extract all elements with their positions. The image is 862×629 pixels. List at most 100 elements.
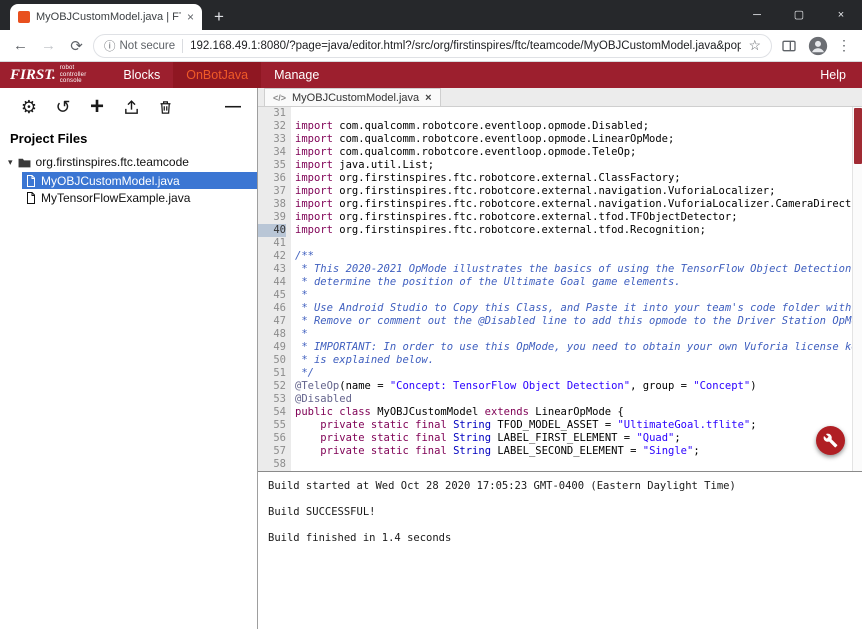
undo-icon: ↺ <box>55 98 70 116</box>
tree-file-row[interactable]: MyTensorFlowExample.java <box>22 189 257 206</box>
project-files-panel: ⚙ ↺ + — Project Files <box>0 88 258 629</box>
tab-close-icon[interactable]: × <box>187 11 194 23</box>
settings-button[interactable]: ⚙ <box>12 95 46 119</box>
nav-item-manage[interactable]: Manage <box>261 62 332 88</box>
gutter-line-number: 55 <box>258 419 286 432</box>
close-window-button[interactable]: × <box>820 0 862 30</box>
help-link[interactable]: Help <box>804 62 862 88</box>
chip-divider <box>182 39 183 53</box>
gutter-line-number: 53 <box>258 393 286 406</box>
url-text[interactable]: 192.168.49.1:8080/?page=java/editor.html… <box>190 40 741 52</box>
gear-icon: ⚙ <box>21 98 37 116</box>
build-output-line <box>268 519 852 532</box>
code-line: public class MyOBJCustomModel extends Li… <box>295 406 862 419</box>
gutter-line-number: 40 <box>258 224 286 237</box>
browser-tab-title: MyOBJCustomModel.java | FTC <box>36 11 181 23</box>
security-label: Not secure <box>120 40 176 52</box>
project-files-title: Project Files <box>0 121 257 153</box>
gutter-line-number: 52 <box>258 380 286 393</box>
file-name: MyOBJCustomModel.java <box>41 174 180 188</box>
folder-icon <box>18 157 31 168</box>
window-controls: ─ ▢ × <box>736 0 862 30</box>
collapse-panel-button[interactable]: — <box>221 98 245 116</box>
code-line: * Remove or comment out the @Disabled li… <box>295 315 862 328</box>
gutter-line-number: 56 <box>258 432 286 445</box>
tree-folder-row[interactable]: ▾ org.firstinspires.ftc.teamcode <box>0 153 257 172</box>
build-button[interactable] <box>816 426 845 455</box>
gutter-line-number: 36 <box>258 172 286 185</box>
code-line: * <box>295 328 862 341</box>
code-line: */ <box>295 367 862 380</box>
gutter-line-number: 45 <box>258 289 286 302</box>
new-tab-button[interactable]: + <box>214 8 224 25</box>
code-line: import com.qualcomm.robotcore.eventloop.… <box>295 133 862 146</box>
undo-button[interactable]: ↺ <box>46 95 80 119</box>
reload-icon[interactable]: ⟳ <box>65 37 88 55</box>
gutter-line-number: 41 <box>258 237 286 250</box>
security-chip[interactable]: ⓘ Not secure <box>104 38 175 54</box>
upload-icon <box>123 99 140 116</box>
code-line: * Use Android Studio to Copy this Class,… <box>295 302 862 315</box>
code-file-icon: </> <box>273 93 286 103</box>
code-line: private static final String LABEL_SECOND… <box>295 445 862 458</box>
code-line: import org.firstinspires.ftc.robotcore.e… <box>295 224 862 237</box>
logo-subtitle: robot controller console <box>60 65 87 85</box>
editor-tab-bar: </> MyOBJCustomModel.java × <box>258 88 862 107</box>
code-line: import com.qualcomm.robotcore.eventloop.… <box>295 120 862 133</box>
editor-tab[interactable]: </> MyOBJCustomModel.java × <box>264 88 441 106</box>
trash-icon <box>158 99 173 116</box>
maximize-button[interactable]: ▢ <box>778 0 820 30</box>
code-line: * is explained below. <box>295 354 862 367</box>
gutter-line-number: 48 <box>258 328 286 341</box>
wrench-icon <box>823 433 838 448</box>
gutter-line-number: 42 <box>258 250 286 263</box>
browser-tab[interactable]: MyOBJCustomModel.java | FTC × <box>10 4 202 30</box>
editor-scrollbar[interactable] <box>852 107 862 471</box>
ftc-favicon <box>18 11 30 23</box>
side-panel-icon[interactable] <box>777 38 801 54</box>
build-output-line: Build SUCCESSFUL! <box>268 506 852 519</box>
scrollbar-thumb[interactable] <box>854 108 862 164</box>
code-area[interactable]: import com.qualcomm.robotcore.eventloop.… <box>291 107 862 471</box>
gutter-line-number: 47 <box>258 315 286 328</box>
editor-gutter: 3132333435363738394041424344454647484950… <box>258 107 291 471</box>
upload-button[interactable] <box>114 95 148 119</box>
editor-column: </> MyOBJCustomModel.java × 313233343536… <box>258 88 862 629</box>
gutter-line-number: 50 <box>258 354 286 367</box>
browser-menu-icon[interactable]: ⋮ <box>835 37 853 54</box>
gutter-line-number: 38 <box>258 198 286 211</box>
gutter-line-number: 54 <box>258 406 286 419</box>
gutter-line-number: 46 <box>258 302 286 315</box>
chevron-down-icon: ▾ <box>8 157 13 168</box>
back-icon[interactable]: ← <box>9 37 32 54</box>
gutter-line-number: 37 <box>258 185 286 198</box>
file-name: MyTensorFlowExample.java <box>41 191 190 205</box>
delete-button[interactable] <box>148 95 182 119</box>
code-line: * This 2020-2021 OpMode illustrates the … <box>295 263 862 276</box>
gutter-line-number: 34 <box>258 146 286 159</box>
file-tree: ▾ org.firstinspires.ftc.teamcode MyOBJCu… <box>0 153 257 206</box>
minimize-button[interactable]: ─ <box>736 0 778 30</box>
code-line: import org.firstinspires.ftc.robotcore.e… <box>295 211 862 224</box>
code-line <box>295 107 862 120</box>
tree-file-row[interactable]: MyOBJCustomModel.java <box>22 172 257 189</box>
gutter-line-number: 39 <box>258 211 286 224</box>
address-bar: ← → ⟳ ⓘ Not secure 192.168.49.1:8080/?pa… <box>0 30 862 62</box>
code-line: * <box>295 289 862 302</box>
code-line <box>295 458 862 471</box>
editor-tab-close-icon[interactable]: × <box>425 92 431 104</box>
add-file-button[interactable]: + <box>80 95 114 119</box>
forward-icon[interactable]: → <box>37 37 60 54</box>
code-line: * determine the position of the Ultimate… <box>295 276 862 289</box>
omnibox[interactable]: ⓘ Not secure 192.168.49.1:8080/?page=jav… <box>93 34 772 58</box>
code-line: private static final String TFOD_MODEL_A… <box>295 419 862 432</box>
code-line: @TeleOp(name = "Concept: TensorFlow Obje… <box>295 380 862 393</box>
profile-avatar[interactable] <box>806 36 830 56</box>
nav-item-blocks[interactable]: Blocks <box>110 62 173 88</box>
build-output-line <box>268 493 852 506</box>
info-icon: ⓘ <box>104 38 116 54</box>
gutter-line-number: 44 <box>258 276 286 289</box>
bookmark-star-icon[interactable]: ☆ <box>748 37 761 54</box>
nav-item-onbotjava[interactable]: OnBotJava <box>173 62 261 88</box>
gutter-line-number: 32 <box>258 120 286 133</box>
